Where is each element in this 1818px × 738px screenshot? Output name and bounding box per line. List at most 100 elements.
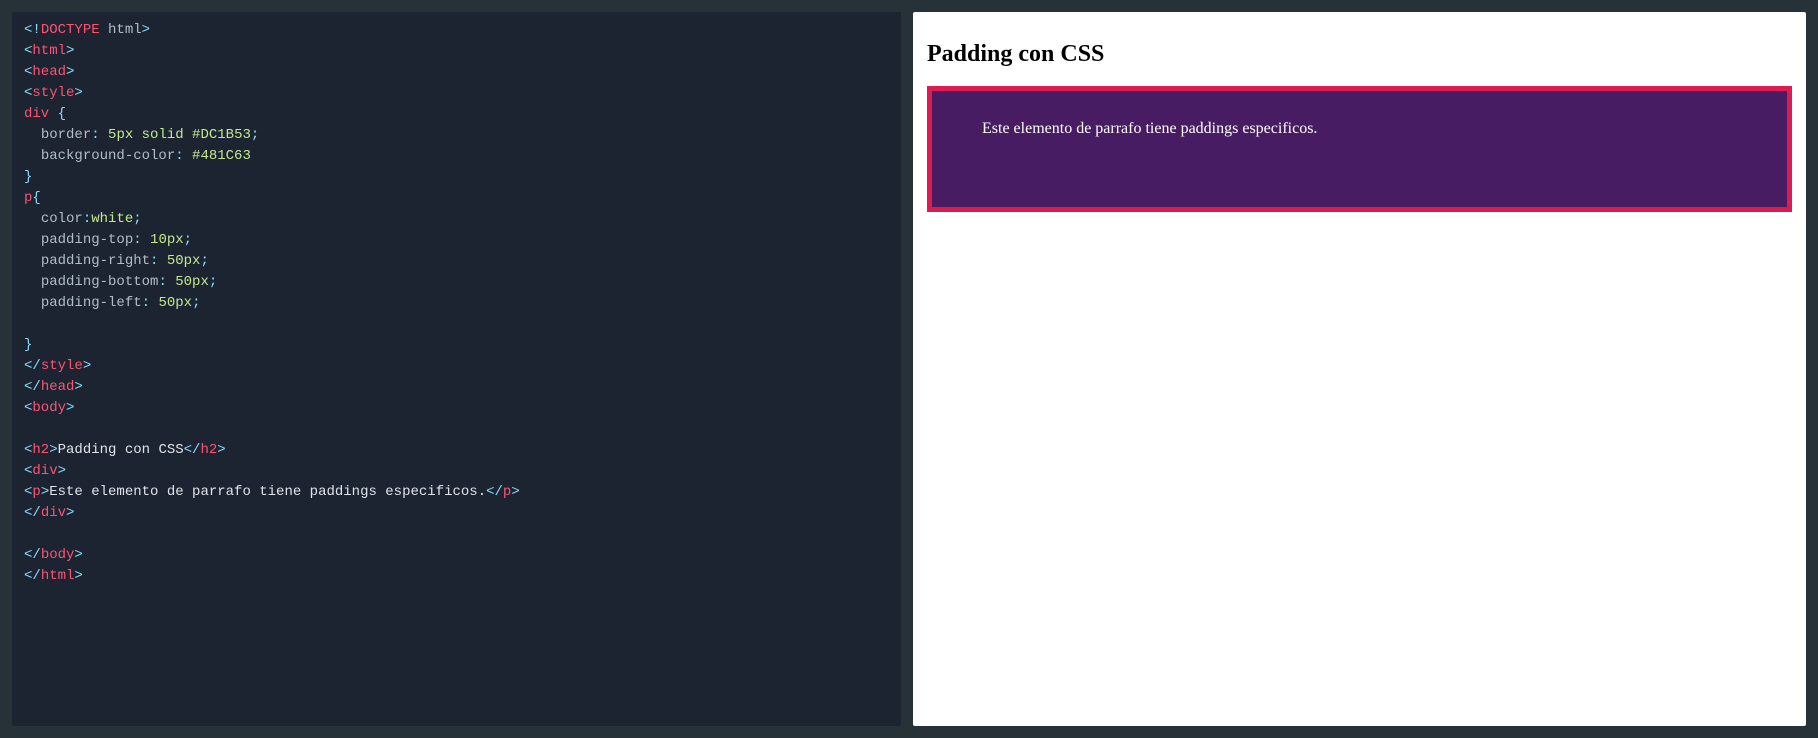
split-view: <!DOCTYPE html><html><head><style>div { … [12,12,1806,726]
code-token: 50px [175,274,209,290]
code-token: </ [486,484,503,500]
code-token: 50px [158,295,192,311]
code-token: : [142,295,159,311]
code-token: padding-right [41,253,150,269]
code-token: </ [24,358,41,374]
code-token: </ [184,442,201,458]
code-line[interactable]: border: 5px solid #DC1B53; [24,125,889,146]
code-token: div [32,463,57,479]
code-token [49,106,57,122]
code-line[interactable]: padding-bottom: 50px; [24,272,889,293]
code-token: 10px [150,232,184,248]
code-line[interactable]: <p>Este elemento de parrafo tiene paddin… [24,482,889,503]
code-line[interactable]: div { [24,104,889,125]
code-token: : [175,148,192,164]
code-token: padding-bottom [41,274,159,290]
code-token: </ [24,379,41,395]
code-token: padding-top [41,232,133,248]
code-token: </ [24,505,41,521]
code-token: > [511,484,519,500]
code-line[interactable]: color:white; [24,209,889,230]
code-token: > [142,22,150,38]
code-token: #481C63 [192,148,251,164]
code-token: > [74,547,82,563]
code-token: > [74,85,82,101]
code-line[interactable]: } [24,335,889,356]
code-token [24,127,41,143]
code-token: Este elemento de parrafo tiene paddings … [49,484,486,500]
code-token: div [24,106,49,122]
code-line[interactable]: } [24,167,889,188]
code-editor[interactable]: <!DOCTYPE html><html><head><style>div { … [12,12,901,726]
code-line[interactable]: <head> [24,62,889,83]
code-line[interactable]: </style> [24,356,889,377]
code-token: h2 [32,442,49,458]
code-token: 5px solid #DC1B53 [108,127,251,143]
code-token: { [58,106,66,122]
code-token: 50px [167,253,201,269]
code-token: } [24,169,32,185]
code-token: body [41,547,75,563]
code-line[interactable]: </html> [24,566,889,587]
code-token [24,211,41,227]
code-line[interactable]: padding-top: 10px; [24,230,889,251]
code-line[interactable] [24,419,889,440]
code-token: ; [200,253,208,269]
code-line[interactable]: <style> [24,83,889,104]
preview-heading: Padding con CSS [927,36,1792,72]
code-token: p [32,484,40,500]
code-line[interactable]: </div> [24,503,889,524]
code-token: Padding con CSS [58,442,184,458]
code-token: ; [133,211,141,227]
code-line[interactable]: padding-right: 50px; [24,251,889,272]
code-token: border [41,127,91,143]
code-token: h2 [200,442,217,458]
code-line[interactable] [24,524,889,545]
code-token: <! [24,22,41,38]
code-token: ; [251,127,259,143]
code-token: > [66,43,74,59]
preview-paragraph: Este elemento de parrafo tiene paddings … [932,107,1787,191]
code-token: > [217,442,225,458]
code-line[interactable]: <body> [24,398,889,419]
code-token: color [41,211,83,227]
code-token: ; [192,295,200,311]
code-token: > [83,358,91,374]
code-line[interactable]: <html> [24,41,889,62]
code-line[interactable]: </body> [24,545,889,566]
code-token: ; [184,232,192,248]
code-token: > [74,568,82,584]
code-line[interactable]: padding-left: 50px; [24,293,889,314]
code-token: padding-left [41,295,142,311]
code-token: : [133,232,150,248]
code-token [24,253,41,269]
code-token: white [91,211,133,227]
code-token: background-color [41,148,175,164]
code-token: > [66,505,74,521]
code-token: DOCTYPE [41,22,100,38]
preview-pane: Padding con CSS Este elemento de parrafo… [913,12,1806,726]
code-token [24,295,41,311]
code-line[interactable] [24,314,889,335]
code-line[interactable]: <!DOCTYPE html> [24,20,889,41]
code-line[interactable]: background-color: #481C63 [24,146,889,167]
code-token: head [41,379,75,395]
code-token: > [49,442,57,458]
code-line[interactable]: </head> [24,377,889,398]
code-token [24,232,41,248]
code-token: : [83,211,91,227]
code-token [24,148,41,164]
code-token: : [158,274,175,290]
code-token: head [32,64,66,80]
code-token: > [74,379,82,395]
code-token: } [24,337,32,353]
code-line[interactable]: <h2>Padding con CSS</h2> [24,440,889,461]
code-token: > [58,463,66,479]
code-token: : [91,127,108,143]
code-line[interactable]: p{ [24,188,889,209]
code-line[interactable]: <div> [24,461,889,482]
code-token: style [32,85,74,101]
code-token: > [41,484,49,500]
code-token: html [32,43,66,59]
code-token: > [66,64,74,80]
